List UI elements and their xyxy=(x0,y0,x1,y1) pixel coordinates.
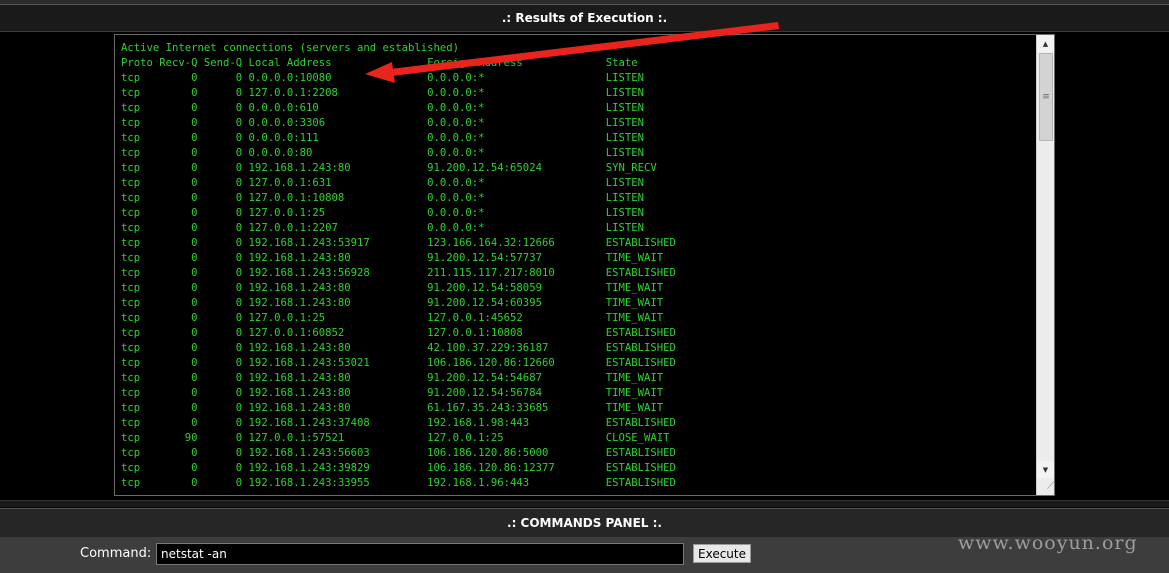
resize-grip-icon[interactable]: ⟋ xyxy=(1037,478,1054,495)
scroll-grip-icon: ≡ xyxy=(1042,92,1050,102)
watermark-text: www.wooyun.org xyxy=(958,532,1138,554)
execute-button[interactable]: Execute xyxy=(693,544,751,563)
scroll-down-arrow-icon[interactable]: ▼ xyxy=(1037,461,1054,478)
scroll-thumb[interactable]: ≡ xyxy=(1039,53,1053,141)
results-title: .: Results of Execution :. xyxy=(501,11,668,25)
command-label: Command: xyxy=(80,546,152,561)
section-divider xyxy=(0,500,1169,507)
scroll-up-arrow-icon[interactable]: ▲ xyxy=(1037,35,1054,52)
command-input[interactable] xyxy=(156,543,684,565)
vertical-scrollbar[interactable]: ▲ ≡ ▼ xyxy=(1036,35,1054,495)
results-header: .: Results of Execution :. xyxy=(0,5,1169,32)
output-text: Active Internet connections (servers and… xyxy=(121,42,676,489)
commands-title: .: COMMANDS PANEL :. xyxy=(507,516,662,530)
output-textarea[interactable]: Active Internet connections (servers and… xyxy=(114,34,1055,496)
